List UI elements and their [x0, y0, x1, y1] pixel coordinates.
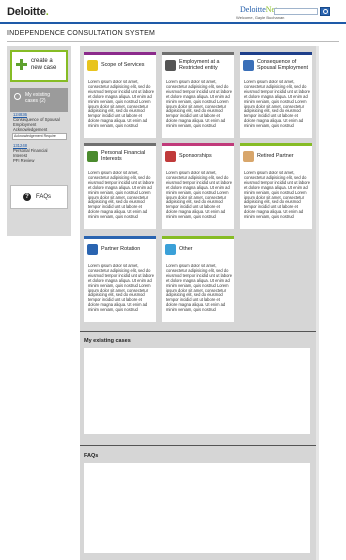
main-panel-edge: [316, 46, 319, 560]
card-description: Lorem ipsum dolor sit amet, consectetur …: [166, 80, 232, 129]
card-sponsorships[interactable]: Sponsorships Lorem ipsum dolor sit amet,…: [162, 143, 234, 229]
handshake-icon: [243, 151, 254, 162]
card-description: Lorem ipsum dolor sit amet, consectetur …: [88, 171, 154, 220]
card-title: Scope of Services: [101, 62, 145, 68]
case-line: Acknowledgement: [13, 127, 48, 132]
faqs-title: FAQs: [84, 453, 99, 459]
card-scope-of-services[interactable]: Scope of Services Lorem ipsum dolor sit …: [84, 52, 156, 138]
card-header: Consequence of Spousal Employment: [240, 55, 312, 77]
deloittenet-logo[interactable]: DeloitteNet: [240, 5, 277, 14]
card-description: Lorem ipsum dolor sit amet, consectetur …: [244, 80, 310, 129]
card-title: Consequence of Spousal Employment: [257, 59, 308, 71]
card-header: Retired Partner: [240, 146, 312, 168]
card-personal-financial-interests[interactable]: Personal Financial Interests Lorem ipsum…: [84, 143, 156, 229]
card-description: Lorem ipsum dolor sit amet, consectetur …: [88, 80, 154, 129]
card-title: Other: [179, 246, 193, 252]
card-partner-rotation[interactable]: Partner Rotation Lorem ipsum dolor sit a…: [84, 236, 156, 322]
header: Deloitte. DeloitteNet Welcome, Gayle Buc…: [0, 0, 346, 22]
my-existing-cases-panel: [84, 348, 310, 434]
card-title: Employment at a Restricted entity: [179, 59, 220, 71]
card-title: Sponsorships: [179, 153, 212, 159]
faqs-label: FAQs: [36, 194, 52, 200]
money-icon: [87, 151, 98, 162]
card-header: Personal Financial Interests: [84, 146, 156, 168]
card-header: Partner Rotation: [84, 239, 156, 261]
cases-icon: [14, 93, 21, 100]
create-case-button[interactable]: create a new case: [10, 50, 68, 82]
card-spousal-employment[interactable]: Consequence of Spousal Employment Lorem …: [240, 52, 312, 138]
card-header: Sponsorships: [162, 146, 234, 168]
card-title: Retired Partner: [257, 153, 294, 159]
plus-icon: [16, 59, 27, 70]
card-header: Scope of Services: [84, 55, 156, 77]
search-input[interactable]: [274, 8, 318, 15]
card-description: Lorem ipsum dolor sit amet, consectetur …: [88, 264, 154, 313]
case-line: PFI Review: [13, 158, 35, 163]
sponsor-icon: [165, 151, 176, 162]
card-description: Lorem ipsum dolor sit amet, consectetur …: [244, 171, 310, 220]
card-title: Partner Rotation: [101, 246, 141, 252]
card-other[interactable]: Other Lorem ipsum dolor sit amet, consec…: [162, 236, 234, 322]
faqs-button[interactable]: ? FAQs: [10, 185, 68, 209]
card-header: Other: [162, 239, 234, 261]
card-title: Personal Financial Interests: [101, 150, 146, 162]
title-divider: [7, 41, 339, 42]
clipboard-icon: [165, 60, 176, 71]
section-divider: [80, 445, 316, 446]
case-link-2[interactable]: 131248 Personal Financial Interest PFI R…: [13, 143, 67, 163]
faqs-panel: [84, 463, 310, 553]
welcome-text: Welcome, Gayle Buchanan: [236, 15, 285, 20]
rotation-icon: [87, 244, 98, 255]
my-cases-label: My existing cases (2): [25, 92, 51, 104]
card-description: Lorem ipsum dolor sit amet, consectetur …: [166, 171, 232, 220]
card-retired-partner[interactable]: Retired Partner Lorem ipsum dolor sit am…: [240, 143, 312, 229]
page-title: INDEPENDENCE CONSULTATION SYSTEM: [7, 30, 155, 37]
card-header: Employment at a Restricted entity: [162, 55, 234, 77]
my-existing-cases-title: My existing cases: [84, 338, 131, 344]
create-case-label: create a new case: [31, 58, 57, 71]
people-icon: [243, 60, 254, 71]
case-link-1[interactable]: 124836 Consequence of Spousal Employment…: [13, 112, 67, 132]
search-icon[interactable]: [320, 7, 330, 16]
card-employment-restricted-entity[interactable]: Employment at a Restricted entity Lorem …: [162, 52, 234, 138]
cube-icon: [165, 244, 176, 255]
case-status-select[interactable]: Acknowledgement Require: [12, 133, 67, 140]
deloitte-logo[interactable]: Deloitte.: [7, 6, 49, 18]
card-description: Lorem ipsum dolor sit amet, consectetur …: [166, 264, 232, 313]
my-cases-header[interactable]: My existing cases (2): [10, 88, 68, 112]
folder-icon: [87, 60, 98, 71]
header-divider: [0, 22, 346, 24]
section-divider: [80, 331, 316, 332]
question-icon: ?: [23, 193, 31, 201]
